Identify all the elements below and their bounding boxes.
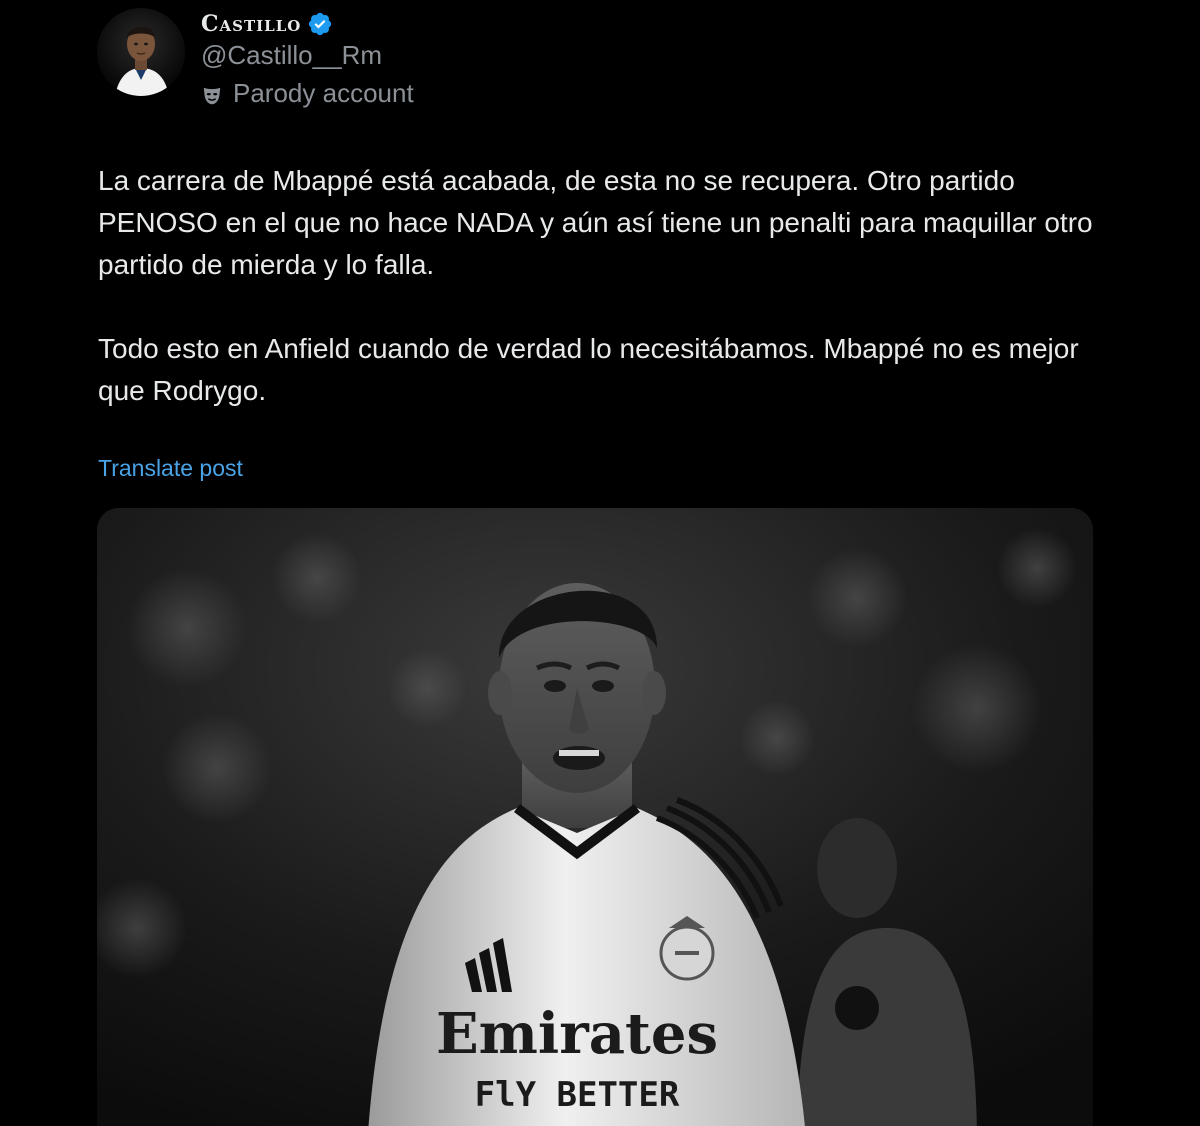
post-image[interactable]: Emirates FlY BETTER (97, 508, 1093, 1126)
player-photo: Emirates FlY BETTER (97, 508, 1093, 1126)
parody-label-text: Parody account (233, 78, 414, 108)
display-name[interactable]: Castillo (201, 11, 301, 37)
tweet: Castillo @Castillo__Rm Parody account La… (0, 0, 1200, 1126)
jersey-sponsor-text: Emirates (436, 1001, 718, 1067)
user-handle[interactable]: @Castillo__Rm (201, 40, 382, 71)
jersey-tagline-text: FlY BETTER (475, 1075, 680, 1115)
sleeve-patch-icon (835, 986, 879, 1030)
avatar-icon (97, 8, 185, 96)
translate-post-link[interactable]: Translate post (98, 455, 243, 482)
parody-mask-icon (201, 83, 223, 105)
display-name-row: Castillo (201, 8, 333, 40)
avatar[interactable] (97, 8, 185, 96)
post-text: La carrera de Mbappé está acabada, de es… (98, 165, 1093, 406)
parody-label: Parody account (201, 78, 414, 109)
verified-badge-icon (307, 11, 333, 37)
